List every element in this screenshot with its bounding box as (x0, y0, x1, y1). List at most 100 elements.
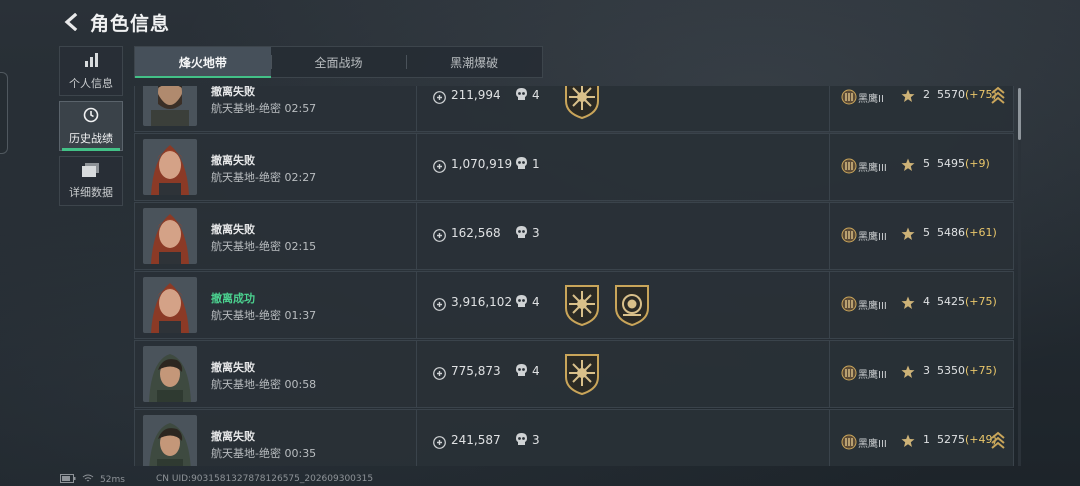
map-name: 航天基地-绝密 (211, 447, 281, 460)
star-icon (901, 433, 915, 447)
kill-count: 4 (532, 364, 540, 378)
operator-avatar (143, 86, 197, 126)
rank-score: 5275(+49) (937, 433, 997, 446)
match-duration: 00:58 (284, 378, 317, 391)
match-row[interactable]: 撤离失败 航天基地-绝密 00:35 241,587 3 黑鹰III 1 5275(+49) (134, 409, 1014, 466)
match-row[interactable]: 撤离失败 航天基地-绝密 02:15 162,568 3 黑鹰III 5 5486(+61) (134, 202, 1014, 270)
rank-name: 黑鹰III (858, 163, 887, 174)
score-delta: (+75) (965, 364, 997, 377)
operator-avatar (143, 139, 197, 195)
score-value: 5570 (937, 88, 965, 101)
mode-tabs: 烽火地带 全面战场 黑潮爆破 (134, 46, 543, 78)
star-icon (901, 364, 915, 378)
kill-count: 3 (532, 433, 540, 447)
tab-mode-2[interactable]: 黑潮爆破 (406, 47, 542, 77)
column-divider (829, 341, 830, 407)
scrollbar-track[interactable] (1018, 88, 1021, 466)
rank-up-chevron-icon (991, 430, 1005, 450)
column-divider (829, 203, 830, 269)
tab-mode-1[interactable]: 全面战场 (270, 47, 407, 77)
map-and-time: 航天基地-绝密 00:58 (211, 376, 316, 392)
match-history-list[interactable]: 撤离失败 航天基地-绝密 02:57 211,994 4 黑鹰II 2 5570(+75) 撤… (134, 86, 1014, 466)
sun-badge-icon[interactable] (563, 353, 601, 396)
extraction-status: 撤离失败 (211, 361, 255, 374)
extraction-status: 撤离失败 (211, 154, 255, 167)
rank-score: 5570(+75) (937, 88, 997, 101)
scrollbar-thumb[interactable] (1018, 88, 1021, 140)
emblem-badge-icon[interactable] (613, 284, 651, 327)
rank-name: 黑鹰II (858, 94, 884, 105)
column-divider (416, 86, 417, 131)
status-footer: 52ms (60, 474, 131, 486)
back-arrow-icon[interactable] (60, 11, 82, 33)
rank-name: 黑鹰III (858, 370, 887, 381)
column-divider (829, 272, 830, 338)
star-count: 2 (923, 88, 930, 101)
star-icon (901, 226, 915, 240)
sidebar-tab-bar-chart[interactable]: 个人信息 (59, 46, 123, 96)
star-icon (901, 157, 915, 171)
sidebar-tab-label: 个人信息 (69, 76, 113, 90)
coin-icon (433, 227, 446, 242)
match-row[interactable]: 撤离失败航天基地-绝密 02:57 211,994 4 黑鹰II 2 5570(+75) (134, 86, 1014, 132)
loot-value: 211,994 (451, 88, 501, 102)
extraction-status: 撤离失败 (211, 86, 255, 98)
map-name: 航天基地-绝密 (211, 171, 281, 184)
match-duration: 01:37 (284, 309, 317, 322)
wifi-icon (82, 474, 94, 486)
tab-mode-0[interactable]: 烽火地带 (135, 47, 271, 78)
sun-badge-icon[interactable] (563, 86, 601, 120)
score-delta: (+9) (965, 157, 990, 170)
skull-icon (515, 294, 528, 309)
folder-icon (82, 162, 100, 181)
match-duration: 02:57 (284, 102, 317, 115)
kill-count: 4 (532, 88, 540, 102)
column-divider (416, 272, 417, 338)
rank-insignia-icon (841, 365, 857, 381)
header: 角色信息 (60, 8, 170, 36)
battery-icon (60, 474, 76, 486)
star-count: 5 (923, 157, 930, 170)
rank-name: 黑鹰III (858, 301, 887, 312)
rank-score: 5495(+9) (937, 157, 990, 170)
rank-up-chevron-icon (991, 86, 1005, 105)
star-icon (901, 295, 915, 309)
match-row[interactable]: 撤离失败 航天基地-绝密 00:58 775,873 4 黑鹰III 3 5350(+75) (134, 340, 1014, 408)
map-and-time: 航天基地-绝密 02:15 (211, 238, 316, 254)
kill-count: 3 (532, 226, 540, 240)
rank-name: 黑鹰III (858, 232, 887, 243)
loot-value: 1,070,919 (451, 157, 513, 171)
rank-insignia-icon (841, 434, 857, 450)
sidebar-tab-label: 详细数据 (69, 186, 113, 199)
match-duration: 02:15 (284, 240, 317, 253)
score-value: 5486 (937, 226, 965, 239)
loot-value: 3,916,102 (451, 295, 513, 309)
coin-icon (433, 158, 446, 173)
clock-icon (83, 107, 99, 127)
match-row[interactable]: 撤离成功 航天基地-绝密 01:37 3,916,102 4 黑鹰III 4 5425(+7… (134, 271, 1014, 339)
sidebar-tab-clock[interactable]: 历史战绩 (59, 101, 123, 151)
edge-handle[interactable] (0, 72, 8, 154)
star-icon (901, 88, 915, 102)
coin-icon (433, 89, 446, 104)
sun-badge-icon[interactable] (563, 284, 601, 327)
rank-score: 5425(+75) (937, 295, 997, 308)
map-name: 航天基地-绝密 (211, 378, 281, 391)
skull-icon (515, 225, 528, 240)
map-and-time: 航天基地-绝密 02:27 (211, 169, 316, 185)
loot-value: 162,568 (451, 226, 501, 240)
map-name: 航天基地-绝密 (211, 102, 281, 115)
coin-icon (433, 365, 446, 380)
skull-icon (515, 156, 528, 171)
extraction-status: 撤离失败 (211, 430, 255, 443)
score-value: 5350 (937, 364, 965, 377)
map-and-time: 航天基地-绝密 00:35 (211, 445, 316, 461)
match-duration: 02:27 (284, 171, 317, 184)
star-count: 3 (923, 364, 930, 377)
coin-icon (433, 434, 446, 449)
map-and-time: 航天基地-绝密 02:57 (211, 100, 316, 116)
sidebar-tab-folder[interactable]: 详细数据 (59, 156, 123, 206)
column-divider (829, 410, 830, 466)
match-row[interactable]: 撤离失败 航天基地-绝密 02:27 1,070,919 1 黑鹰III 5 5495(+9… (134, 133, 1014, 201)
rank-insignia-icon (841, 158, 857, 174)
